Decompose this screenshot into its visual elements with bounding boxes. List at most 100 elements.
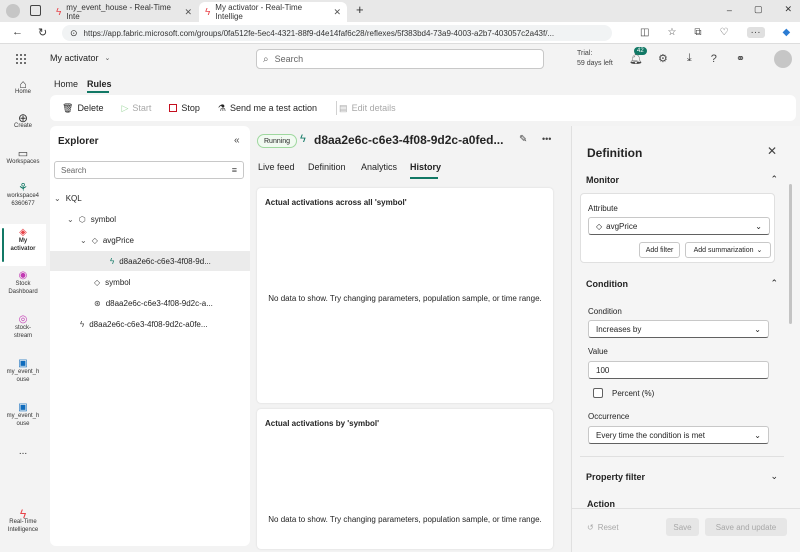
trial-status[interactable]: Trial: 59 days left [577, 49, 613, 69]
tab-analytics[interactable]: Analytics [361, 162, 397, 172]
rail-experience-switcher[interactable]: ϟ Real-Time Intelligence [0, 508, 46, 546]
chevron-up-icon: ⌃ [770, 174, 778, 184]
save-button[interactable]: Save [666, 518, 699, 536]
browser-menu-icon[interactable]: ··· [746, 27, 765, 38]
rail-more-button[interactable]: ... [0, 447, 46, 462]
close-tab-icon[interactable]: ✕ [184, 7, 192, 18]
tab-history[interactable]: History [410, 162, 441, 172]
rail-item-stock-stream[interactable]: ◎ stock-stream [0, 315, 46, 352]
object-cube-icon: ⬡ [78, 214, 86, 224]
rail-label: My activator [10, 238, 36, 252]
play-icon: ▷ [121, 102, 129, 113]
filter-icon[interactable]: ≡ [232, 165, 237, 175]
edit-details-button[interactable]: ▤ Edit details [339, 103, 396, 114]
rail-label: Real-Time Intelligence [7, 519, 39, 533]
gear-icon[interactable]: ⚙ [658, 52, 668, 65]
rail-item-home[interactable]: ⌂ Home [0, 78, 46, 112]
share-feedback-icon[interactable]: ⚭ [736, 52, 745, 65]
browser-essentials-icon[interactable]: ♡ [720, 27, 729, 38]
browser-tab[interactable]: ϟ my_event_house - Real-Time Inte ✕ [50, 2, 198, 22]
app-launcher-icon[interactable] [15, 53, 27, 65]
tree-node-kql[interactable]: ⌄ KQL [50, 188, 250, 208]
value-input[interactable]: 100 [588, 361, 769, 379]
tab-rules[interactable]: Rules [87, 79, 112, 89]
profile-avatar-icon[interactable] [6, 4, 20, 18]
tab-definition[interactable]: Definition [308, 162, 346, 172]
copilot-icon[interactable]: ◆ [783, 27, 791, 38]
tree-node-property[interactable]: ◇ symbol [50, 272, 250, 292]
minimize-button[interactable]: – [727, 5, 732, 15]
property-filter-section[interactable]: Property filter ⌄ [580, 471, 784, 482]
chevron-down-icon: ⌄ [67, 214, 74, 224]
tab-home[interactable]: Home [54, 79, 78, 89]
collapse-pane-icon[interactable]: « [234, 135, 240, 146]
site-info-icon[interactable]: ⊙ [70, 28, 78, 39]
rail-item-workspaces[interactable]: ▭ Workspaces [0, 149, 46, 182]
close-window-button[interactable]: ✕ [784, 4, 792, 15]
tree-node-object[interactable]: ⌄ ⬡ symbol [50, 209, 250, 229]
favorites-icon[interactable]: ☆ [667, 27, 676, 38]
activator-favicon-icon: ϟ [56, 6, 62, 18]
add-summarization-button[interactable]: Add summarization ⌄ [685, 242, 771, 258]
rail-item-create[interactable]: ⊕ Create [0, 112, 46, 146]
rail-item-my-activator[interactable]: ◈ My activator [0, 224, 46, 266]
panel-scrollbar[interactable] [789, 184, 792, 324]
edit-details-icon: ▤ [339, 102, 348, 113]
back-arrow-icon[interactable]: ← [12, 26, 23, 38]
edit-pencil-icon[interactable]: ✎ [519, 134, 527, 145]
notifications-button[interactable]: 🔔︎ 42 [629, 47, 647, 65]
tree-node-rule[interactable]: ⊛ d8aa2e6c-c6e3-4f08-9d2c-a... [50, 293, 250, 313]
rail-item-stock-dashboard[interactable]: ◉ Stock Dashboard [0, 271, 46, 308]
rail-item-eventhouse[interactable]: ▣ my_event_h ouse [0, 403, 46, 440]
maximize-button[interactable]: ▢ [754, 4, 763, 15]
monitor-header[interactable]: Monitor ⌃ [580, 174, 784, 185]
item-name-dropdown[interactable]: My activator ⌄ [50, 53, 110, 63]
reset-button[interactable]: ↺ Reset [587, 523, 619, 532]
rule-icon: ϟ [300, 133, 306, 145]
start-button[interactable]: ▷ Start [121, 103, 151, 114]
occurrence-label: Occurrence [588, 412, 630, 421]
notification-count-badge: 42 [634, 47, 647, 55]
browser-tab-title: my_event_house - Real-Time Inte [66, 3, 171, 21]
help-icon[interactable]: ? [711, 53, 717, 65]
stop-button[interactable]: Stop [169, 103, 200, 113]
section-heading: Property filter [586, 471, 646, 482]
stop-label: Stop [181, 103, 200, 113]
percent-checkbox[interactable]: Percent (%) [593, 388, 654, 398]
new-tab-button[interactable]: + [356, 2, 364, 17]
close-panel-icon[interactable]: ✕ [767, 144, 777, 158]
occurrence-dropdown[interactable]: Every time the condition is met ⌄ [588, 426, 769, 444]
percent-label: Percent (%) [612, 388, 655, 398]
add-filter-button[interactable]: Add filter [639, 242, 680, 258]
collections-icon[interactable]: ⧉ [694, 27, 701, 38]
tree-node-rule-selected[interactable]: ϟ d8aa2e6c-c6e3-4f08-9d... [50, 251, 250, 271]
refresh-icon[interactable]: ↻ [38, 26, 47, 39]
send-test-action-button[interactable]: ⚗ Send me a test action [218, 103, 317, 114]
trash-icon: 🗑︎ [62, 102, 74, 113]
split-screen-icon[interactable]: ◫ [640, 27, 649, 38]
rail-item-eventhouse[interactable]: ▣ my_event_h ouse [0, 359, 46, 396]
condition-header[interactable]: Condition ⌃ [580, 278, 784, 289]
tree-node-rule[interactable]: ϟ d8aa2e6c-c6e3-4f08-9d2c-a0fe... [50, 314, 250, 334]
rail-item-workspace[interactable]: ⚘ workspace4 6360677 [2, 183, 44, 220]
more-options-button[interactable]: ••• [542, 134, 551, 144]
global-search-input[interactable]: ⌕ Search [256, 49, 544, 69]
delete-button[interactable]: 🗑︎ Delete [62, 103, 103, 114]
account-avatar[interactable] [774, 50, 792, 68]
tree-node-property[interactable]: ⌄ ◇ avgPrice [50, 230, 250, 250]
action-section-partial[interactable]: Action [587, 499, 777, 507]
monitor-section: Monitor ⌃ [580, 174, 784, 185]
explorer-search-input[interactable]: Search ≡ [54, 161, 244, 179]
condition-dropdown[interactable]: Increases by ⌄ [588, 320, 769, 338]
workspaces-icon[interactable] [30, 5, 41, 16]
delete-label: Delete [77, 103, 104, 113]
tab-live-feed[interactable]: Live feed [258, 162, 295, 172]
chevron-up-icon: ⌃ [770, 278, 778, 288]
attribute-dropdown[interactable]: ◇ avgPrice ⌄ [588, 217, 770, 235]
save-and-update-button[interactable]: Save and update [705, 518, 787, 536]
address-bar[interactable]: ⊙ https://app.fabric.microsoft.com/group… [62, 25, 612, 41]
download-icon[interactable]: ⤓ [687, 52, 692, 65]
close-tab-icon[interactable]: ✕ [333, 7, 341, 18]
browser-tab-active[interactable]: ϟ My activator - Real-Time Intellige ✕ [199, 2, 347, 22]
property-filter-header[interactable]: Property filter ⌄ [580, 471, 784, 482]
